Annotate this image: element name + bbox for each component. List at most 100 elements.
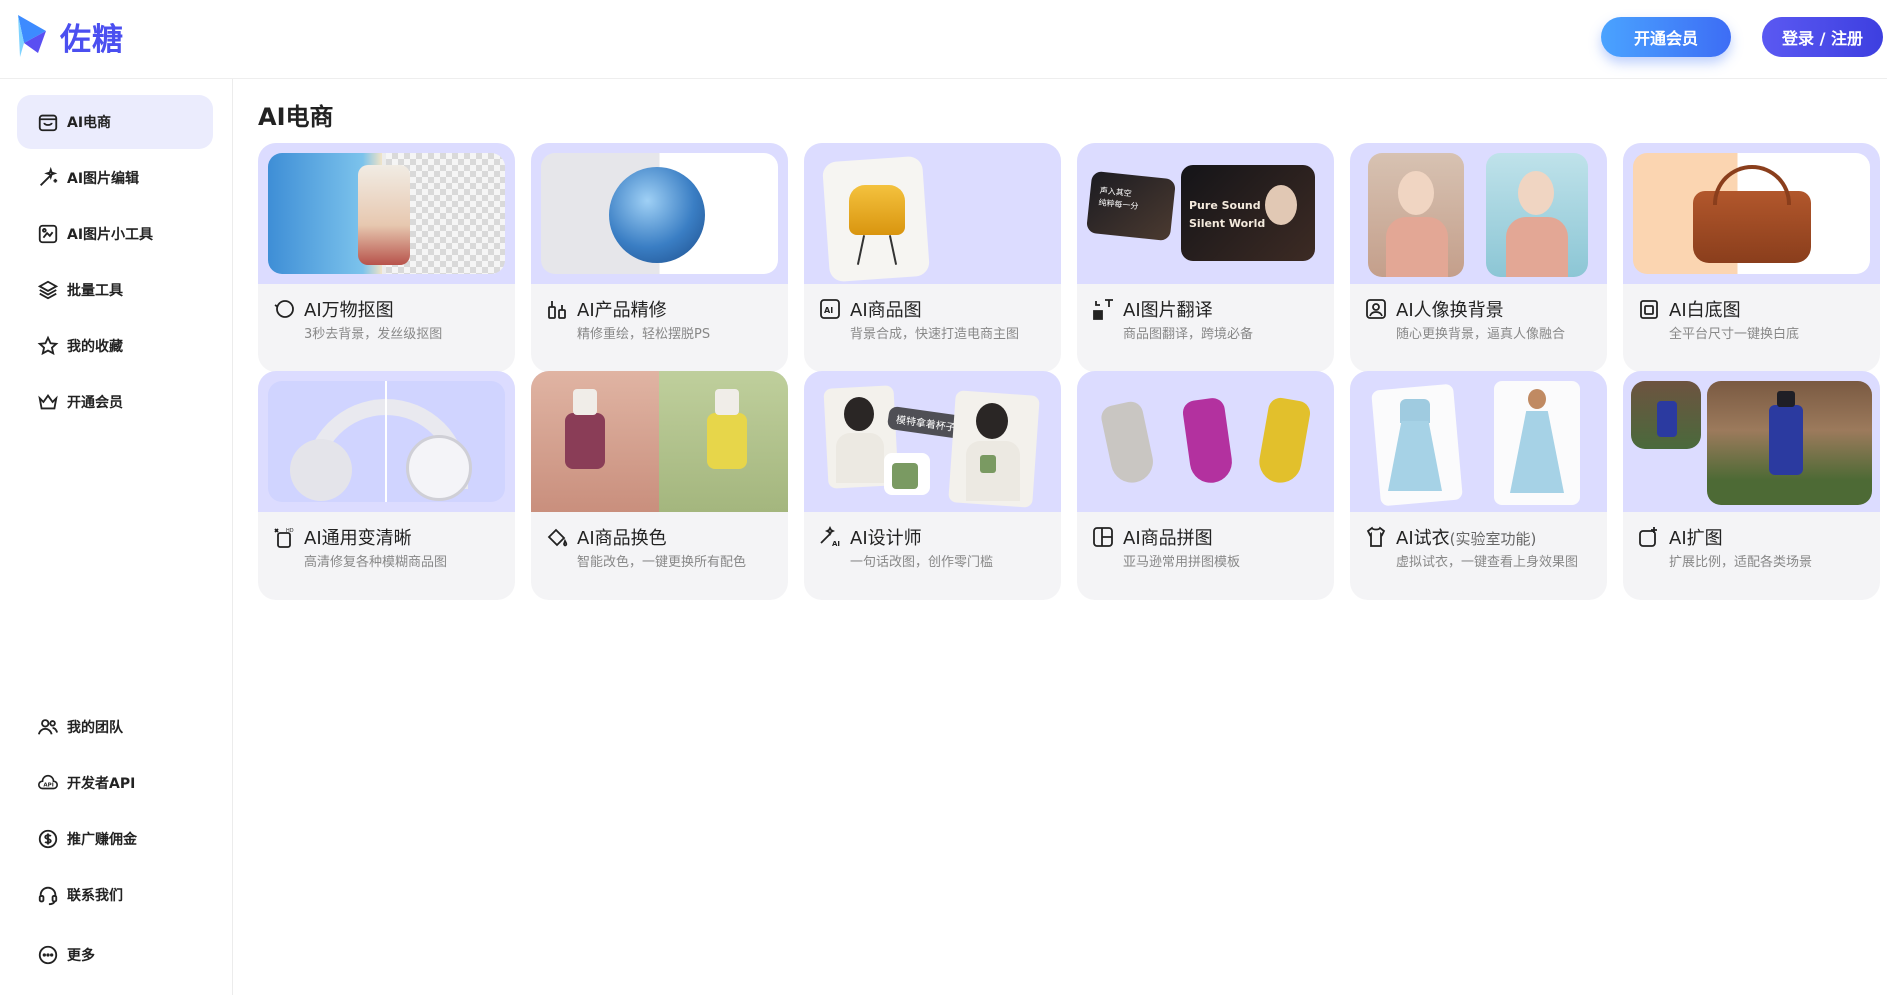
card-thumbnail [531, 143, 788, 284]
sidebar-item-label: 我的收藏 [67, 339, 123, 355]
card-title: AI通用变清晰 [304, 528, 412, 549]
sidebar-item-ai-image-edit[interactable]: AI图片编辑 [17, 151, 213, 205]
svg-text:AI: AI [824, 306, 833, 315]
magic-wand-icon [40, 167, 58, 186]
svg-text:API: API [43, 783, 53, 789]
card-ai-cutout[interactable]: AI万物抠图 3秒去背景，发丝级抠图 [258, 143, 515, 372]
card-ai-tryon[interactable]: AI试衣(实验室功能) 虚拟试衣，一键查看上身效果图 [1350, 371, 1607, 600]
card-thumbnail [804, 143, 1061, 284]
crown-icon [38, 394, 58, 410]
collage-icon [1093, 527, 1113, 547]
store-icon [38, 114, 58, 132]
card-ai-product-image[interactable]: AI AI商品图 背景合成，快速打造电商主图 [804, 143, 1061, 372]
card-title: AI扩图 [1669, 528, 1723, 549]
svg-text:HD: HD [286, 528, 294, 534]
card-ai-portrait-bg[interactable]: AI人像换背景 随心更换背景，逼真人像融合 [1350, 143, 1607, 372]
card-ai-expand[interactable]: AI扩图 扩展比例，适配各类场景 [1623, 371, 1880, 600]
image-tool-icon [38, 224, 58, 244]
card-description: 亚马逊常用拼图模板 [1123, 555, 1241, 570]
card-title: AI商品拼图 [1123, 528, 1213, 549]
sidebar-item-label: 我的团队 [67, 720, 123, 736]
sidebar-item-label: 开通会员 [67, 395, 123, 411]
retouch-icon [548, 301, 566, 319]
card-title: AI商品图 [850, 300, 922, 321]
ai-designer-icon: AI [820, 525, 840, 548]
card-thumbnail [258, 143, 515, 284]
overlay-text: Pure Sound [1189, 199, 1261, 212]
page-title: AI电商 [258, 103, 334, 131]
sidebar-item-batch-tools[interactable]: 批量工具 [17, 263, 213, 317]
tryon-icon [1366, 526, 1386, 547]
card-thumbnail: 模特拿着杯子 [804, 371, 1061, 512]
card-title: AI产品精修 [577, 300, 667, 321]
card-thumbnail [531, 371, 788, 512]
sidebar: AI电商 AI图片编辑 AI图片小工具 批量工具 我的收藏 开通会员 我的团队 … [0, 79, 233, 995]
sidebar-item-ai-ecommerce[interactable]: AI电商 [17, 95, 213, 149]
sidebar-item-contact[interactable]: 联系我们 [17, 868, 213, 922]
card-description: 高清修复各种模糊商品图 [304, 555, 448, 570]
ai-image-icon: AI [820, 299, 840, 319]
card-ai-enhance[interactable]: HD AI通用变清晰 高清修复各种模糊商品图 [258, 371, 515, 600]
api-icon: API [38, 774, 58, 790]
brand-name: 佐糖 [60, 21, 124, 58]
white-bg-icon [1640, 300, 1658, 319]
sidebar-item-label: 联系我们 [67, 888, 123, 904]
card-thumbnail: 声入其空 纯粹每一分 Pure Sound Silent World [1077, 143, 1334, 284]
cutout-icon [274, 300, 294, 318]
card-description: 智能改色，一键更换所有配色 [577, 555, 747, 570]
sidebar-item-label: 批量工具 [67, 283, 123, 299]
sidebar-item-favorites[interactable]: 我的收藏 [17, 319, 213, 373]
card-description: 精修重绘，轻松摆脱PS [577, 327, 711, 342]
vip-button[interactable]: 开通会员 [1601, 17, 1731, 57]
card-description: 3秒去背景，发丝级抠图 [304, 327, 443, 342]
card-title: AI图片翻译 [1123, 300, 1213, 321]
team-icon [37, 719, 59, 735]
logo-icon [18, 15, 46, 57]
headset-icon [38, 886, 58, 906]
sidebar-item-ai-image-tools[interactable]: AI图片小工具 [17, 207, 213, 261]
overlay-text: Silent World [1189, 217, 1266, 230]
dollar-icon [38, 829, 58, 849]
more-icon [38, 945, 58, 965]
paint-bucket-icon [547, 528, 568, 547]
card-thumbnail [1623, 143, 1880, 284]
card-title: AI万物抠图 [304, 300, 394, 321]
card-title: AI设计师 [850, 528, 922, 549]
lab-badge: (实验室功能) [1449, 530, 1537, 548]
card-thumbnail [1350, 143, 1607, 284]
sidebar-item-label: AI电商 [67, 115, 112, 131]
portrait-bg-icon [1366, 299, 1386, 319]
card-ai-recolor[interactable]: AI商品换色 智能改色，一键更换所有配色 [531, 371, 788, 600]
hd-icon: HD [274, 528, 294, 548]
card-ai-collage[interactable]: AI商品拼图 亚马逊常用拼图模板 [1077, 371, 1334, 600]
card-title: AI白底图 [1669, 300, 1741, 321]
star-icon [37, 335, 59, 356]
sidebar-item-more[interactable]: 更多 [17, 928, 213, 982]
sidebar-item-label: AI图片编辑 [67, 171, 140, 187]
card-description: 扩展比例，适配各类场景 [1669, 555, 1813, 570]
card-description: 一句话改图，创作零门槛 [850, 555, 994, 570]
page: 佐糖 开通会员 登录 / 注册 AI电商 AI图片编辑 AI图片小工具 批量工具… [0, 0, 1887, 995]
sidebar-item-label: AI图片小工具 [67, 227, 154, 243]
login-register-button[interactable]: 登录 / 注册 [1762, 17, 1883, 57]
sidebar-item-developer-api[interactable]: API 开发者API [17, 756, 213, 810]
card-ai-white-bg[interactable]: AI白底图 全平台尺寸一键换白底 [1623, 143, 1880, 372]
sidebar-item-membership[interactable]: 开通会员 [17, 375, 213, 429]
card-ai-designer[interactable]: 模特拿着杯子 AI AI设计师 一句话改图，创作零门槛 [804, 371, 1061, 600]
sidebar-item-label: 推广赚佣金 [67, 832, 137, 848]
card-thumbnail [1623, 371, 1880, 512]
card-ai-image-translate[interactable]: 声入其空 纯粹每一分 Pure Sound Silent World AI图片翻… [1077, 143, 1334, 372]
translate-icon [1093, 299, 1113, 320]
brand-logo[interactable]: 佐糖 [16, 13, 124, 59]
card-description: 商品图翻译，跨境必备 [1123, 327, 1254, 342]
sidebar-item-affiliate[interactable]: 推广赚佣金 [17, 812, 213, 866]
card-title: AI人像换背景 [1396, 300, 1504, 321]
card-ai-product-retouch[interactable]: AI产品精修 精修重绘，轻松摆脱PS [531, 143, 788, 372]
card-thumbnail [1350, 371, 1607, 512]
card-description: 背景合成，快速打造电商主图 [850, 327, 1020, 342]
sidebar-item-label: 更多 [67, 948, 95, 964]
svg-text:AI: AI [832, 540, 840, 548]
sidebar-item-label: 开发者API [67, 776, 136, 792]
sidebar-item-my-team[interactable]: 我的团队 [17, 700, 213, 754]
card-title: AI商品换色 [577, 528, 667, 549]
